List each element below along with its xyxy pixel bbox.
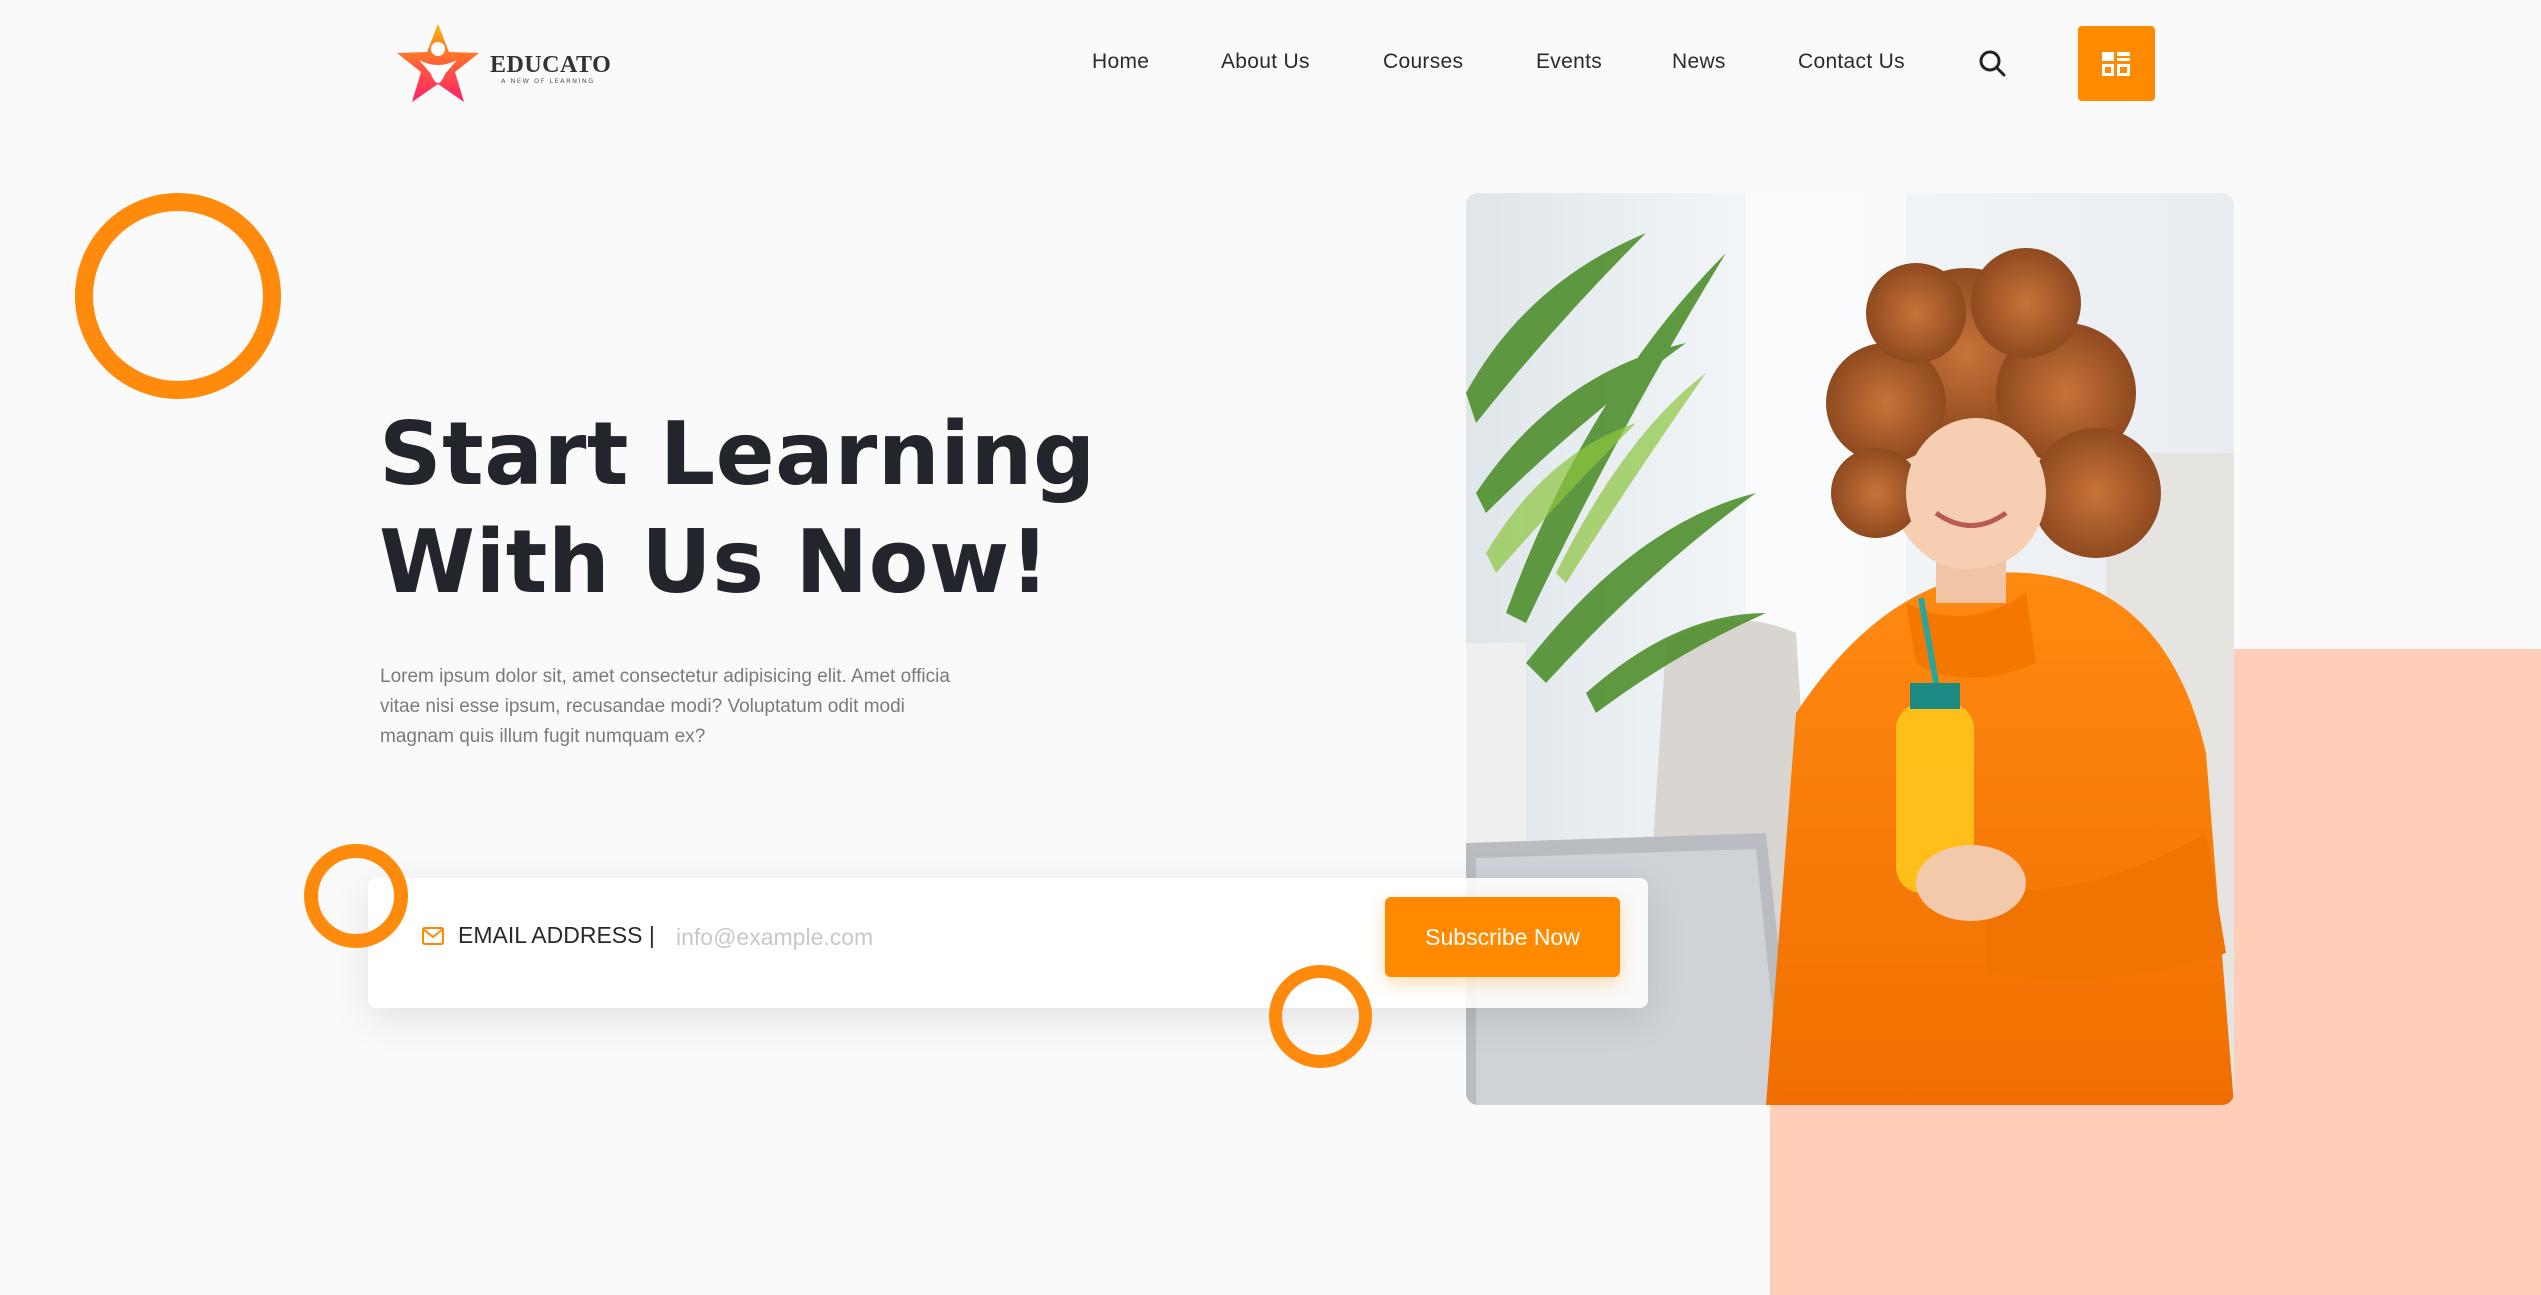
nav-news[interactable]: News — [1672, 50, 1726, 74]
hero-title-line-1: Start Learning — [379, 403, 1096, 505]
nav-home[interactable]: Home — [1092, 50, 1149, 74]
brand-logo[interactable]: EDUCATO A NEW OF LEARNING — [393, 22, 623, 106]
menu-button[interactable] — [2078, 26, 2155, 101]
decorative-ring-small-left — [304, 844, 408, 948]
email-input[interactable] — [668, 915, 1344, 959]
hero-title: Start Learning With Us Now! — [379, 400, 1099, 616]
nav-about-us[interactable]: About Us — [1221, 50, 1310, 74]
nav-contact-us[interactable]: Contact Us — [1798, 50, 1905, 74]
email-label: EMAIL ADDRESS | — [458, 922, 655, 948]
search-icon — [1979, 50, 2006, 77]
nav-events[interactable]: Events — [1536, 50, 1602, 74]
brand-name: EDUCATO — [490, 52, 612, 78]
grid-menu-icon — [2102, 52, 2130, 76]
search-button[interactable] — [1977, 48, 2009, 80]
decorative-ring-small-center — [1269, 965, 1372, 1068]
subscribe-button[interactable]: Subscribe Now — [1385, 897, 1620, 977]
star-person-icon — [397, 24, 479, 102]
mail-icon — [422, 927, 444, 945]
hero-title-line-2: With Us Now! — [379, 511, 1050, 613]
brand-tagline: A NEW OF LEARNING — [501, 77, 595, 85]
decorative-ring-large — [75, 193, 281, 399]
hero-description: Lorem ipsum dolor sit, amet consectetur … — [380, 666, 950, 747]
nav-courses[interactable]: Courses — [1383, 50, 1463, 74]
